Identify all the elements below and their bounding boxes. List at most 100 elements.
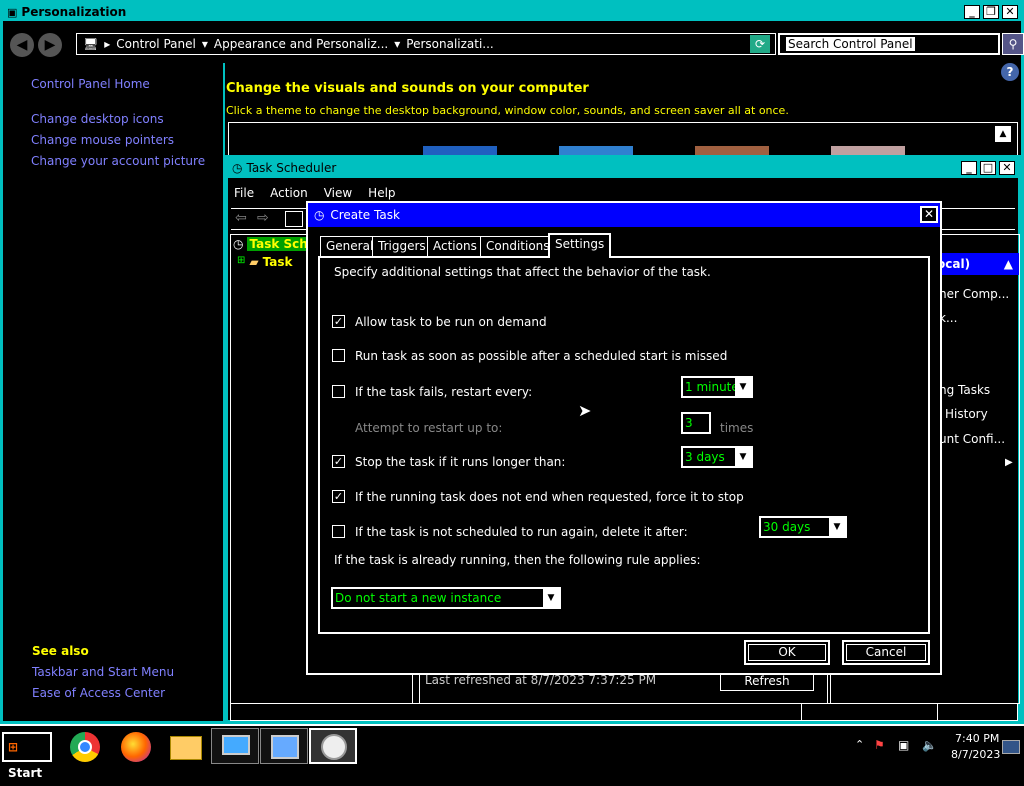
clock-icon: ◷ bbox=[232, 161, 243, 175]
ok-button[interactable]: OK bbox=[744, 640, 830, 665]
breadcrumb-personalization[interactable]: Personalizati... bbox=[406, 34, 493, 54]
minimize-button[interactable]: _ bbox=[964, 5, 980, 19]
tab-conditions[interactable]: Conditions bbox=[480, 236, 556, 256]
menu-help[interactable]: Help bbox=[368, 186, 395, 200]
tab-general[interactable]: General bbox=[320, 236, 380, 256]
network-icon[interactable]: ▣ bbox=[898, 738, 909, 752]
ts-statusbar bbox=[230, 703, 1018, 721]
tree-library[interactable]: ⊞ ▰ Task bbox=[237, 255, 292, 269]
remote-desktop-icon[interactable] bbox=[211, 728, 259, 764]
window-title: Personalization bbox=[21, 5, 127, 19]
menu-action[interactable]: Action bbox=[270, 186, 308, 200]
chrome-icon[interactable] bbox=[60, 728, 108, 764]
breadcrumb-control-panel[interactable]: Control Panel bbox=[116, 34, 196, 54]
expand-icon[interactable]: ⊞ bbox=[237, 255, 245, 269]
see-also-ease-of-access[interactable]: Ease of Access Center bbox=[32, 686, 165, 700]
settings-panel bbox=[318, 256, 930, 634]
delete-after-select[interactable]: 30 days ▼ bbox=[759, 516, 847, 538]
create-task-title: Create Task bbox=[330, 208, 400, 222]
breadcrumb-sep-icon: ▾ bbox=[394, 37, 401, 51]
stop-duration-select[interactable]: 3 days ▼ bbox=[681, 446, 753, 468]
chevron-down-icon[interactable]: ▼ bbox=[735, 378, 751, 396]
forward-button[interactable]: ▶ bbox=[38, 33, 62, 57]
delete-after-label: If the task is not scheduled to run agai… bbox=[355, 525, 688, 539]
running-rule-select[interactable]: Do not start a new instance ▼ bbox=[331, 587, 561, 609]
computer-icon: 🖥 bbox=[83, 37, 99, 51]
action-item[interactable]: ner Comp... bbox=[939, 287, 1009, 301]
ts-console-icon[interactable] bbox=[285, 211, 303, 227]
page-subheading: Click a theme to change the desktop back… bbox=[226, 104, 789, 117]
menu-view[interactable]: View bbox=[324, 186, 352, 200]
tab-triggers[interactable]: Triggers bbox=[372, 236, 432, 256]
search-input[interactable]: Search Control Panel bbox=[778, 33, 1000, 55]
address-row: ◀ ▶ 🖥 ▸ Control Panel ▾ Appearance and P… bbox=[6, 29, 1024, 59]
ts-forward-icon[interactable]: ⇨ bbox=[257, 210, 269, 226]
sidebar-link-account-picture[interactable]: Change your account picture bbox=[31, 154, 205, 168]
clock-icon: ◷ bbox=[314, 208, 325, 222]
clock-icon: ◷ bbox=[233, 237, 244, 251]
rule-label: If the task is already running, then the… bbox=[334, 553, 701, 567]
start-button[interactable]: ⊞ Start bbox=[2, 732, 52, 780]
delete-after-checkbox[interactable] bbox=[332, 525, 345, 538]
close-button[interactable]: ✕ bbox=[1002, 5, 1018, 19]
sidebar-home-link[interactable]: Control Panel Home bbox=[31, 77, 150, 91]
tab-settings[interactable]: Settings bbox=[548, 233, 612, 258]
scroll-up-button[interactable]: ▲ bbox=[995, 126, 1011, 142]
task-scheduler-taskbar-icon[interactable] bbox=[309, 728, 357, 764]
collapse-icon[interactable]: ▲ bbox=[1004, 253, 1013, 275]
restore-button[interactable]: ❐ bbox=[983, 5, 999, 19]
task-scheduler-title: Task Scheduler bbox=[246, 161, 337, 175]
firefox-icon[interactable] bbox=[111, 728, 159, 764]
run-asap-checkbox[interactable] bbox=[332, 349, 345, 362]
see-also-taskbar[interactable]: Taskbar and Start Menu bbox=[32, 665, 174, 679]
attempt-count-input[interactable]: 3 bbox=[681, 412, 711, 434]
action-item[interactable]: History bbox=[945, 407, 988, 421]
tree-root[interactable]: ◷ Task Sch bbox=[233, 237, 310, 251]
action-center-icon[interactable]: ⚑ bbox=[874, 738, 885, 752]
clock-date[interactable]: 8/7/2023 bbox=[951, 748, 1000, 761]
ts-minimize-button[interactable]: _ bbox=[961, 161, 977, 175]
mouse-cursor-icon: ➤ bbox=[578, 401, 592, 420]
submenu-arrow-icon[interactable]: ▶ bbox=[1005, 457, 1013, 468]
control-panel-icon[interactable] bbox=[260, 728, 308, 764]
sidebar: Control Panel Home Change desktop icons … bbox=[3, 63, 225, 723]
chevron-down-icon[interactable]: ▼ bbox=[829, 518, 845, 536]
ts-back-icon[interactable]: ⇦ bbox=[235, 210, 247, 226]
folder-icon: ▰ bbox=[249, 255, 259, 269]
dialog-close-button[interactable]: ✕ bbox=[920, 206, 938, 223]
ts-maximize-button[interactable]: □ bbox=[980, 161, 996, 175]
ts-close-button[interactable]: ✕ bbox=[999, 161, 1015, 175]
sidebar-link-mouse-pointers[interactable]: Change mouse pointers bbox=[31, 133, 174, 147]
chevron-down-icon[interactable]: ▼ bbox=[735, 448, 751, 466]
allow-on-demand-checkbox[interactable]: ✓ bbox=[332, 315, 345, 328]
personalization-app-icon: ▣ bbox=[7, 5, 18, 19]
volume-muted-icon[interactable]: 🔈 bbox=[922, 738, 937, 752]
show-desktop-icon[interactable] bbox=[1002, 740, 1020, 754]
refresh-icon[interactable]: ⟳ bbox=[750, 35, 770, 53]
tray-overflow-icon[interactable]: ⌃ bbox=[855, 738, 864, 751]
tab-actions[interactable]: Actions bbox=[427, 236, 483, 256]
search-icon[interactable]: ⚲ bbox=[1002, 33, 1024, 55]
action-item[interactable]: ng Tasks bbox=[939, 383, 990, 397]
attempt-label: Attempt to restart up to: bbox=[355, 421, 503, 435]
back-button[interactable]: ◀ bbox=[10, 33, 34, 57]
restart-interval-select[interactable]: 1 minute ▼ bbox=[681, 376, 753, 398]
file-explorer-icon[interactable] bbox=[162, 728, 210, 764]
action-item[interactable]: unt Confi... bbox=[939, 432, 1005, 446]
run-asap-label: Run task as soon as possible after a sch… bbox=[355, 349, 728, 363]
restart-checkbox[interactable] bbox=[332, 385, 345, 398]
times-label: times bbox=[720, 421, 754, 435]
settings-intro: Specify additional settings that affect … bbox=[334, 265, 711, 279]
cancel-button[interactable]: Cancel bbox=[842, 640, 930, 665]
help-icon[interactable]: ? bbox=[1001, 63, 1019, 81]
stop-longer-checkbox[interactable]: ✓ bbox=[332, 455, 345, 468]
task-scheduler-titlebar: ◷ Task Scheduler _ □ ✕ bbox=[228, 158, 1018, 178]
force-stop-checkbox[interactable]: ✓ bbox=[332, 490, 345, 503]
menu-file[interactable]: File bbox=[234, 186, 254, 200]
windows-logo-icon: ⊞ bbox=[8, 740, 19, 754]
breadcrumb-appearance[interactable]: Appearance and Personaliz... bbox=[214, 34, 388, 54]
address-bar[interactable]: 🖥 ▸ Control Panel ▾ Appearance and Perso… bbox=[76, 33, 776, 55]
sidebar-link-desktop-icons[interactable]: Change desktop icons bbox=[31, 112, 164, 126]
chevron-down-icon[interactable]: ▼ bbox=[543, 589, 559, 607]
clock-time[interactable]: 7:40 PM bbox=[955, 732, 999, 745]
